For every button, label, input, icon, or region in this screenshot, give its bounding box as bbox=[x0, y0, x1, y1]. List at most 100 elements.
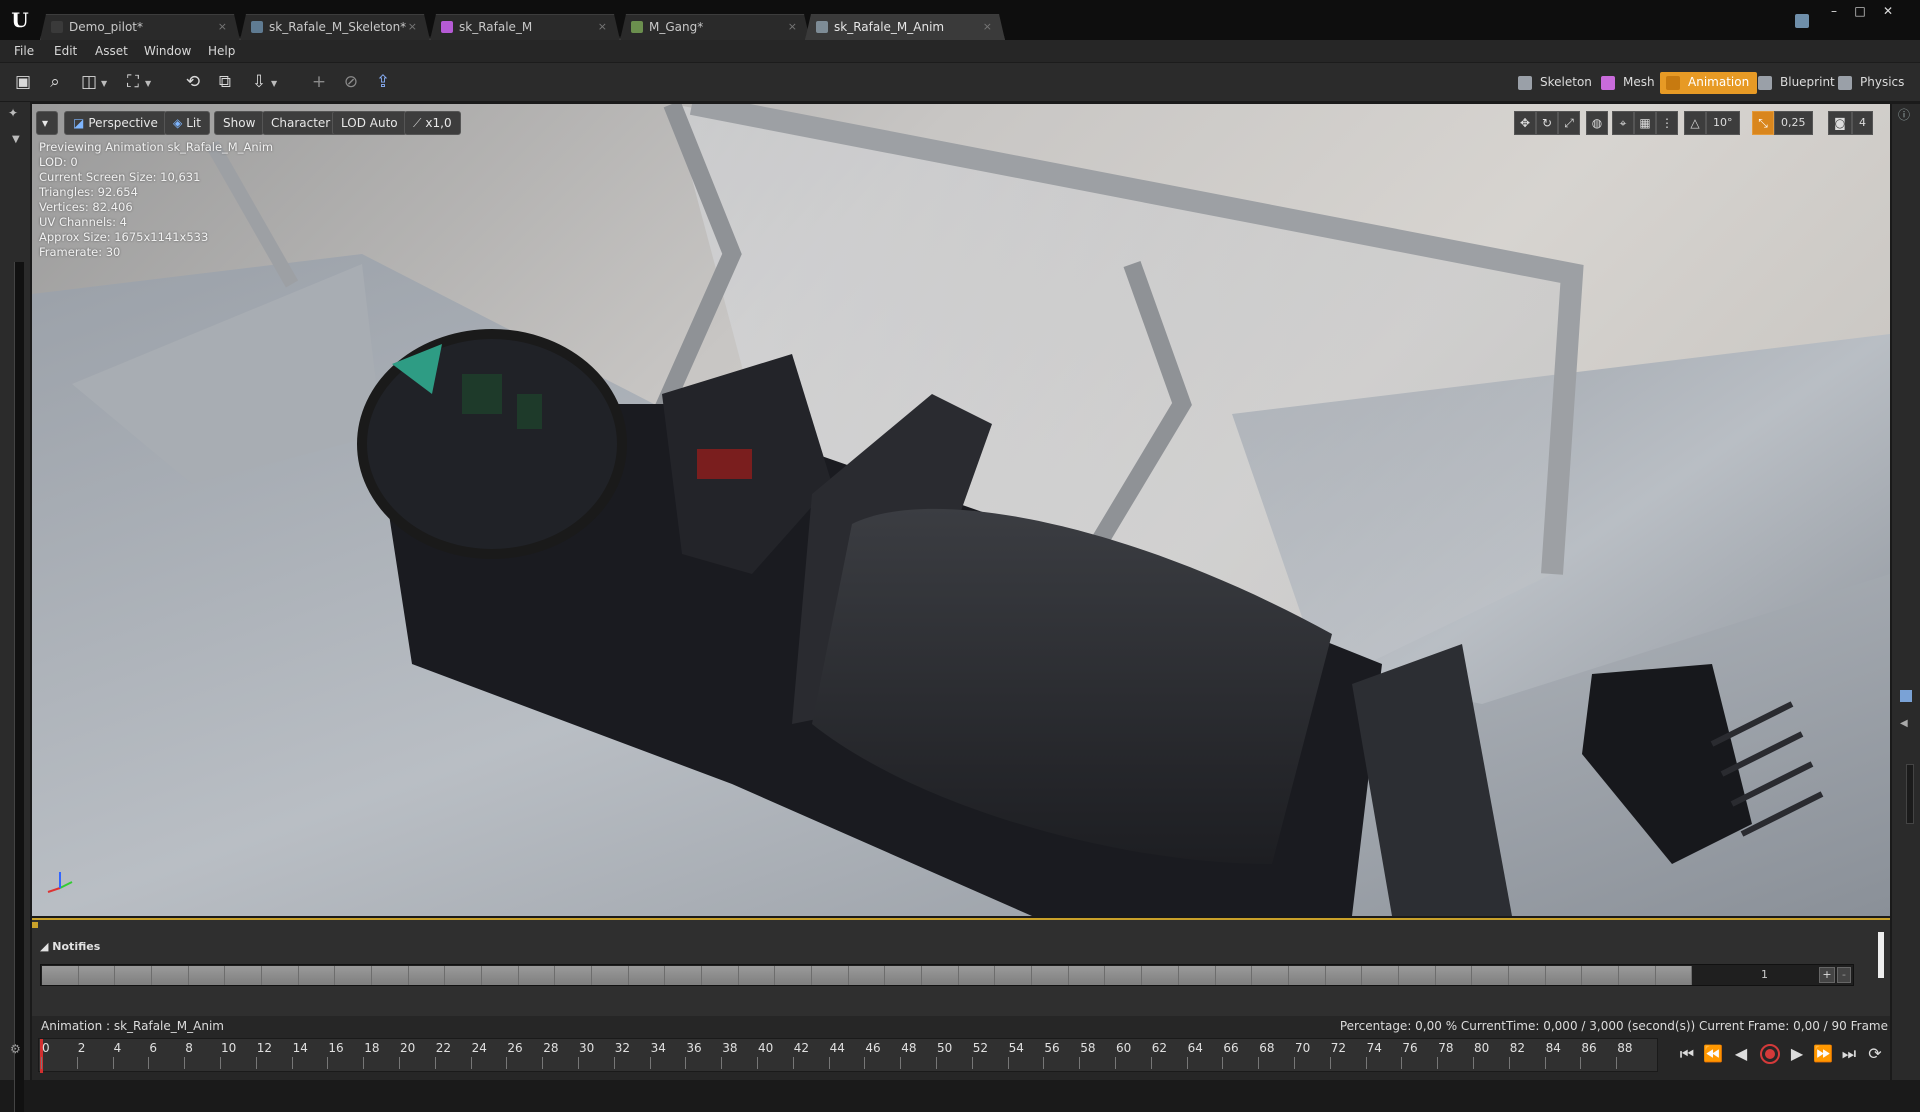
preview-viewport[interactable]: ▾ ◪ Perspective ◈ Lit Show Character LOD A… bbox=[32, 104, 1890, 916]
notify-cell[interactable] bbox=[1582, 966, 1619, 985]
mode-mesh[interactable]: Mesh bbox=[1595, 72, 1663, 94]
chevron-down-icon[interactable]: ▼ bbox=[271, 79, 277, 88]
translate-icon[interactable]: ✥ bbox=[1514, 111, 1536, 135]
grid-size-icon[interactable]: ⋮ bbox=[1656, 111, 1678, 135]
notify-cell[interactable] bbox=[1398, 966, 1436, 985]
add-track-button[interactable]: + bbox=[1819, 967, 1835, 983]
notify-cell[interactable] bbox=[922, 966, 959, 985]
save-icon[interactable]: ▣ bbox=[12, 71, 34, 93]
notify-cell[interactable] bbox=[775, 966, 813, 985]
scale-snap-value[interactable]: 0,25 bbox=[1774, 111, 1813, 135]
notify-cell[interactable] bbox=[482, 966, 519, 985]
notify-cell[interactable] bbox=[372, 966, 409, 985]
record-icon[interactable] bbox=[1760, 1044, 1780, 1064]
rotate-icon[interactable]: ↻ bbox=[1536, 111, 1558, 135]
notify-cell[interactable] bbox=[958, 966, 996, 985]
mode-animation[interactable]: Animation bbox=[1660, 72, 1758, 94]
notify-cell[interactable] bbox=[188, 966, 226, 985]
skip-to-start-icon[interactable]: ⏮ bbox=[1676, 1044, 1698, 1064]
tab-mesh[interactable]: sk_Rafale_M × bbox=[430, 14, 620, 40]
notify-cell[interactable] bbox=[152, 966, 189, 985]
notify-cell[interactable] bbox=[1178, 966, 1216, 985]
notify-cell[interactable] bbox=[885, 966, 923, 985]
notify-cell[interactable] bbox=[78, 966, 116, 985]
notify-cell[interactable] bbox=[408, 966, 446, 985]
minimize-icon[interactable]: – bbox=[1823, 4, 1845, 18]
camera-icon[interactable]: ◫ bbox=[78, 71, 100, 93]
settings-icon[interactable]: ⚙ bbox=[10, 1042, 21, 1056]
import-icon[interactable]: ⇩ bbox=[248, 71, 270, 93]
menu-window[interactable]: Window bbox=[144, 44, 191, 58]
tab-demo-pilot[interactable]: Demo_pilot* × bbox=[40, 14, 240, 40]
notify-cell[interactable] bbox=[335, 966, 373, 985]
close-icon[interactable]: × bbox=[218, 20, 227, 33]
export-icon[interactable]: ⇪ bbox=[372, 71, 394, 93]
notify-cell[interactable] bbox=[1325, 966, 1363, 985]
maximize-icon[interactable]: □ bbox=[1849, 4, 1871, 18]
notify-cell[interactable] bbox=[262, 966, 299, 985]
reimport-icon[interactable]: ⟲ bbox=[182, 71, 204, 93]
perspective-button[interactable]: ◪ Perspective bbox=[64, 111, 167, 135]
camera-speed-value[interactable]: 4 bbox=[1852, 111, 1873, 135]
play-reverse-icon[interactable]: ◀ bbox=[1730, 1044, 1752, 1063]
filter-icon[interactable]: ▼ bbox=[12, 134, 20, 145]
tab-skeleton[interactable]: sk_Rafale_M_Skeleton* × bbox=[240, 14, 430, 40]
notify-cell[interactable] bbox=[42, 966, 79, 985]
notify-cell[interactable] bbox=[1105, 966, 1143, 985]
playback-speed-button[interactable]: ⟋ x1,0 bbox=[404, 111, 461, 135]
step-forward-icon[interactable]: ⏩ bbox=[1812, 1044, 1834, 1063]
chevron-down-icon[interactable]: ▼ bbox=[101, 79, 107, 88]
menu-edit[interactable]: Edit bbox=[54, 44, 77, 58]
lod-button[interactable]: LOD Auto bbox=[332, 111, 407, 135]
step-back-icon[interactable]: ⏪ bbox=[1702, 1044, 1724, 1063]
notify-cell[interactable] bbox=[298, 966, 336, 985]
remove-track-button[interactable]: - bbox=[1837, 967, 1851, 983]
notify-cell[interactable] bbox=[1252, 966, 1289, 985]
notify-cell[interactable] bbox=[1655, 966, 1693, 985]
camera-speed-icon[interactable]: ◙ bbox=[1828, 111, 1852, 135]
lit-button[interactable]: ◈ Lit bbox=[164, 111, 210, 135]
scale-snap-icon[interactable]: ⤡ bbox=[1752, 111, 1774, 135]
preview-mesh-icon[interactable]: ⛶ bbox=[122, 71, 144, 93]
compress-icon[interactable]: ⊘ bbox=[340, 71, 362, 93]
browse-icon[interactable]: ⌕ bbox=[44, 71, 66, 93]
notify-cell[interactable] bbox=[1435, 966, 1473, 985]
right-scroll-track[interactable] bbox=[1906, 764, 1914, 824]
mode-physics[interactable]: Physics bbox=[1832, 72, 1912, 94]
notify-cell[interactable] bbox=[995, 966, 1033, 985]
viewport-options-dropdown[interactable]: ▾ bbox=[36, 111, 58, 135]
close-icon[interactable]: × bbox=[598, 20, 607, 33]
notify-cell[interactable] bbox=[702, 966, 739, 985]
notify-cell[interactable] bbox=[812, 966, 849, 985]
notify-cell[interactable] bbox=[225, 966, 263, 985]
notify-cell[interactable] bbox=[1362, 966, 1399, 985]
details-icon[interactable]: ⓘ bbox=[1898, 106, 1910, 123]
chevron-down-icon[interactable]: ▼ bbox=[145, 79, 151, 88]
panel-tab-icon[interactable] bbox=[1900, 690, 1912, 702]
grid-snap-icon[interactable]: ▦ bbox=[1634, 111, 1656, 135]
close-window-icon[interactable]: ✕ bbox=[1877, 4, 1899, 18]
feedback-icon[interactable] bbox=[1795, 14, 1809, 28]
menu-file[interactable]: File bbox=[14, 44, 34, 58]
character-button[interactable]: Character bbox=[262, 111, 340, 135]
notifies-scrollbar[interactable] bbox=[1878, 932, 1884, 978]
left-scroll-track[interactable] bbox=[14, 262, 24, 1112]
notify-cell[interactable] bbox=[1142, 966, 1179, 985]
notify-cell[interactable] bbox=[1545, 966, 1583, 985]
notify-cell[interactable] bbox=[1508, 966, 1546, 985]
play-icon[interactable]: ▶ bbox=[1786, 1044, 1808, 1063]
notify-cell[interactable] bbox=[1032, 966, 1069, 985]
angle-snap-value[interactable]: 10° bbox=[1706, 111, 1740, 135]
skip-to-end-icon[interactable]: ⏭ bbox=[1838, 1044, 1860, 1064]
timeline-ruler[interactable]: 0 2 4 6 8 10 12 14 16 18 20 22 24 26 28 30 32 34 36 38 40 42 4… bbox=[38, 1038, 1658, 1073]
notify-cell[interactable] bbox=[592, 966, 629, 985]
unreal-logo-icon[interactable]: U bbox=[6, 6, 34, 34]
notify-cell[interactable] bbox=[1215, 966, 1253, 985]
mode-skeleton[interactable]: Skeleton bbox=[1512, 72, 1600, 94]
tab-animation[interactable]: sk_Rafale_M_Anim × bbox=[805, 14, 1005, 40]
notify-cell[interactable] bbox=[445, 966, 483, 985]
notify-cell[interactable] bbox=[1068, 966, 1106, 985]
close-icon[interactable]: × bbox=[788, 20, 797, 33]
menu-help[interactable]: Help bbox=[208, 44, 235, 58]
notify-cell[interactable] bbox=[665, 966, 703, 985]
